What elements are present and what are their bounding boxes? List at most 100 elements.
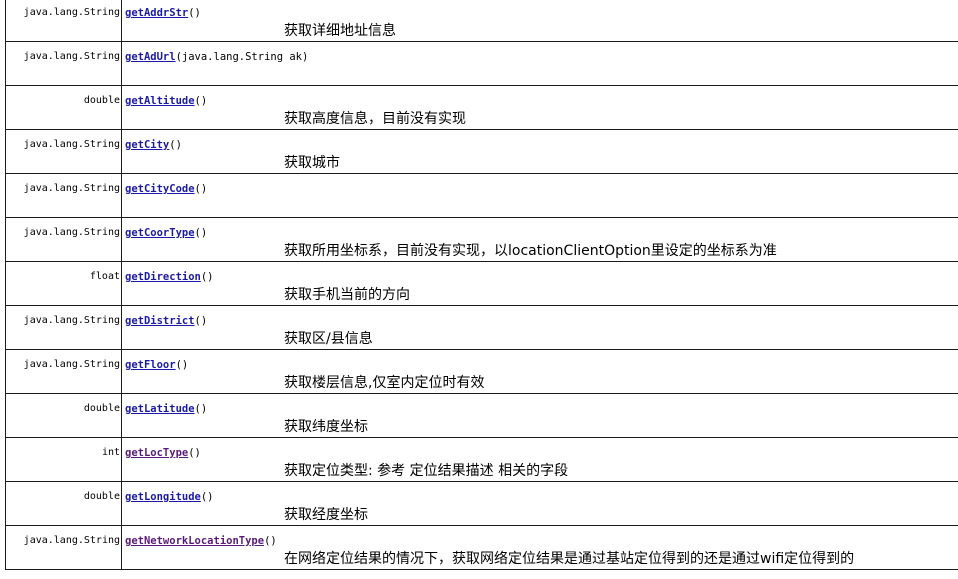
return-type: java.lang.String [23,139,120,150]
method-row: java.lang.String getCityCode() [5,173,958,218]
method-description: 获取详细地址信息 [284,23,396,39]
method-signature-cell: getNetworkLocationType() 在网络定位结果的情况下，获取网络… [121,525,958,570]
return-type-cell: double [5,393,122,438]
method-signature-cell: getLocType() 获取定位类型: 参考 定位结果描述 相关的字段 [121,437,958,482]
method-signature: getDistrict() [125,315,958,328]
return-type: java.lang.String [23,7,120,18]
method-params: () [194,315,208,327]
method-signature-cell: getAddrStr() 获取详细地址信息 [121,0,958,42]
method-signature: getLocType() [125,447,958,460]
return-type: double [83,95,120,106]
method-params: () [175,359,189,371]
method-signature-cell: getLongitude() 获取经度坐标 [121,481,958,526]
method-signature: getAltitude() [125,95,958,108]
return-type-cell: java.lang.String [5,305,122,350]
method-row: double getAltitude() 获取高度信息，目前没有实现 [5,85,958,130]
method-signature: getDirection() [125,271,958,284]
method-params: () [200,491,214,503]
method-description: 获取区/县信息 [284,331,373,347]
method-signature: getCity() [125,139,958,152]
return-type-cell: double [5,85,122,130]
method-signature-cell: getAdUrl(java.lang.String ak) [121,41,958,86]
return-type-cell: java.lang.String [5,173,122,218]
method-signature-cell: getDistrict() 获取区/县信息 [121,305,958,350]
method-name-link[interactable]: getAltitude [125,95,195,107]
method-signature: getNetworkLocationType() [125,535,958,548]
method-row: float getDirection() 获取手机当前的方向 [5,261,958,306]
method-params: () [194,183,208,195]
method-description: 获取城市 [284,155,340,171]
method-name-link[interactable]: getLongitude [125,491,201,503]
return-type: java.lang.String [23,51,120,62]
method-signature-cell: getCoorType() 获取所用坐标系，目前没有实现，以locationCli… [121,217,958,262]
method-name-link[interactable]: getDirection [125,271,201,283]
method-row: double getLatitude() 获取纬度坐标 [5,393,958,438]
return-type: java.lang.String [23,535,120,546]
method-params: () [194,403,208,415]
method-name-link[interactable]: getLatitude [125,403,195,415]
method-row: java.lang.String getNetworkLocationType()… [5,525,958,570]
method-row: java.lang.String getDistrict() 获取区/县信息 [5,305,958,350]
return-type: java.lang.String [23,227,120,238]
method-params: (java.lang.String ak) [175,51,309,63]
method-name-link[interactable]: getDistrict [125,315,195,327]
method-signature-cell: getFloor() 获取楼层信息,仅室内定位时有效 [121,349,958,394]
return-type: java.lang.String [23,359,120,370]
method-description: 获取纬度坐标 [284,419,368,435]
method-description: 在网络定位结果的情况下，获取网络定位结果是通过基站定位得到的还是通过wifi定位… [284,551,855,567]
return-type-cell: java.lang.String [5,349,122,394]
method-params: () [194,95,208,107]
method-params: () [188,447,201,459]
method-params: () [194,227,208,239]
method-name-link[interactable]: getAddrStr [125,7,188,19]
method-signature: getFloor() [125,359,958,372]
method-row: java.lang.String getAdUrl(java.lang.Strin… [5,41,958,86]
method-params: () [169,139,182,151]
method-summary-table: java.lang.String getAddrStr() 获取详细地址信息 java… [5,0,958,570]
method-row: java.lang.String getCity() 获取城市 [5,129,958,174]
return-type: int [101,447,120,458]
return-type-cell: java.lang.String [5,41,122,86]
method-row: int getLocType() 获取定位类型: 参考 定位结果描述 相关的字段 [5,437,958,482]
method-params: () [264,535,277,547]
method-name-link[interactable]: getFloor [125,359,176,371]
method-row: java.lang.String getFloor() 获取楼层信息,仅室内定位时有… [5,349,958,394]
return-type-cell: java.lang.String [5,525,122,570]
method-description: 获取定位类型: 参考 定位结果描述 相关的字段 [284,463,569,479]
method-name-link[interactable]: getAdUrl [125,51,176,63]
return-type-cell: java.lang.String [5,0,122,42]
method-description: 获取所用坐标系，目前没有实现，以locationClientOption里设定的… [284,243,777,259]
method-signature: getAdUrl(java.lang.String ak) [125,51,958,64]
method-name-link[interactable]: getCity [125,139,169,151]
method-signature: getCoorType() [125,227,958,240]
method-signature: getAddrStr() [125,7,958,20]
return-type: double [83,491,120,502]
return-type-cell: double [5,481,122,526]
method-signature-cell: getCity() 获取城市 [121,129,958,174]
method-params: () [200,271,214,283]
method-signature-cell: getCityCode() [121,173,958,218]
method-description: 获取高度信息，目前没有实现 [284,111,466,127]
method-rows: java.lang.String getAddrStr() 获取详细地址信息 java… [5,0,958,570]
method-name-link[interactable]: getCoorType [125,227,195,239]
return-type: double [83,403,120,414]
return-type: java.lang.String [23,315,120,326]
return-type-cell: java.lang.String [5,217,122,262]
method-row: java.lang.String getAddrStr() 获取详细地址信息 [5,0,958,42]
method-signature-cell: getDirection() 获取手机当前的方向 [121,261,958,306]
method-name-link[interactable]: getNetworkLocationType [125,535,264,547]
return-type-cell: int [5,437,122,482]
method-signature: getLongitude() [125,491,958,504]
method-description: 获取楼层信息,仅室内定位时有效 [284,375,485,391]
return-type-cell: java.lang.String [5,129,122,174]
method-name-link[interactable]: getCityCode [125,183,195,195]
method-params: () [188,7,201,19]
method-row: java.lang.String getCoorType() 获取所用坐标系，目前没… [5,217,958,262]
return-type: java.lang.String [23,183,120,194]
return-type: float [89,271,120,282]
method-signature: getCityCode() [125,183,958,196]
method-row: double getLongitude() 获取经度坐标 [5,481,958,526]
method-name-link[interactable]: getLocType [125,447,188,459]
method-signature-cell: getLatitude() 获取纬度坐标 [121,393,958,438]
method-description: 获取经度坐标 [284,507,368,523]
